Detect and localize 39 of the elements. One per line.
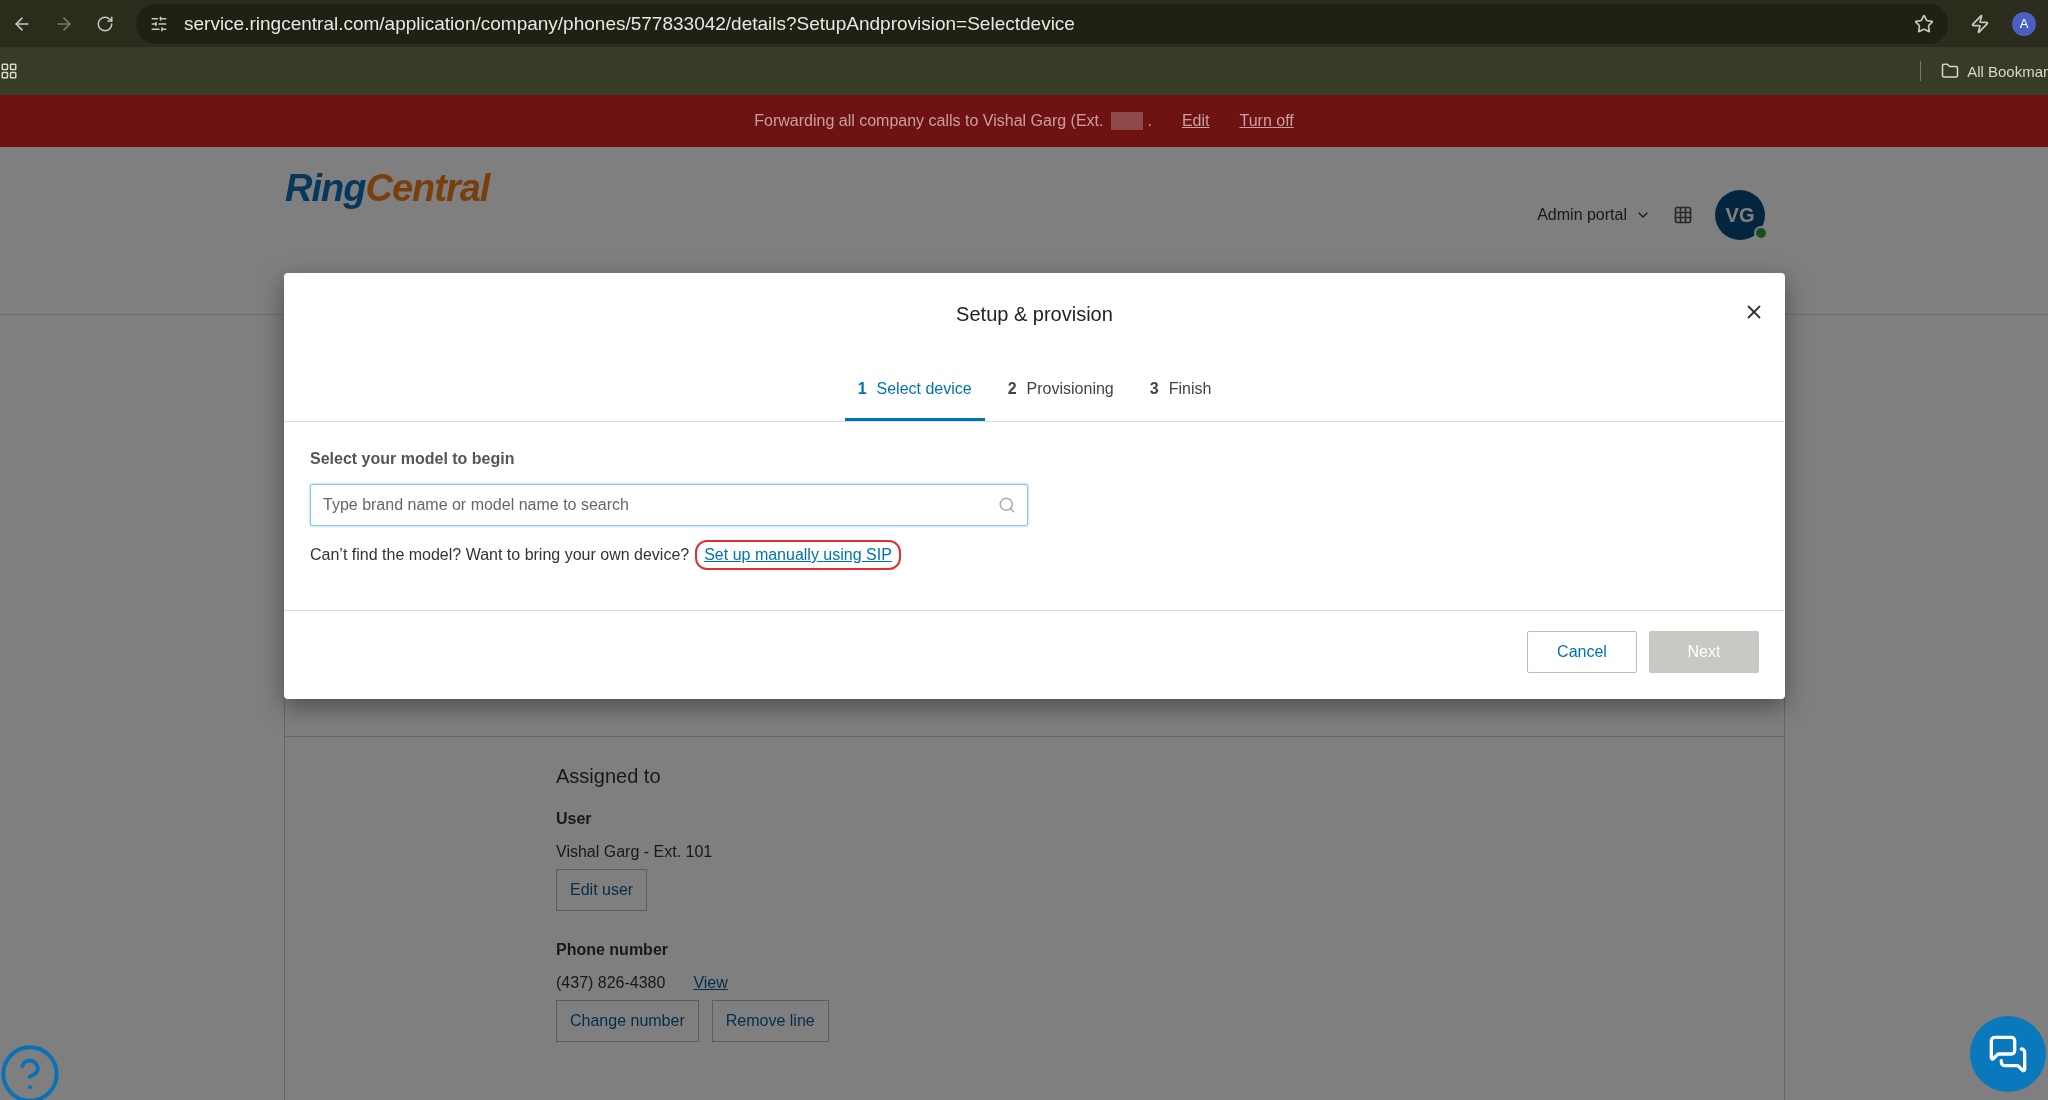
user-avatar[interactable]: VG — [1715, 190, 1765, 240]
url-text: service.ringcentral.com/application/company/phones/577833042/details?SetupAndprovision=Selectdevice — [184, 12, 1076, 35]
step-tab[interactable]: 1 Select device — [844, 372, 985, 421]
banner-message: Forwarding all company calls to Vishal Garg (Ext. — [754, 112, 1104, 130]
hint-text: Can’t find the model? Want to bring your own device? — [310, 546, 690, 564]
admin-portal-menu[interactable]: Admin portal — [1537, 206, 1651, 224]
view-link[interactable]: View — [693, 974, 728, 992]
step-tab[interactable]: 3 Finish — [1136, 372, 1225, 421]
ringcentral-logo[interactable]: RingCentral — [285, 167, 490, 210]
banner-period: . — [1147, 112, 1152, 130]
dialog-title: Setup & provision — [956, 303, 1113, 326]
manual-sip-link[interactable]: Set up manually using SIP — [695, 540, 901, 570]
profile-avatar[interactable]: A — [2012, 11, 2036, 36]
cancel-button[interactable]: Cancel — [1527, 631, 1637, 673]
bookmarks-label[interactable]: All Bookmar — [1967, 62, 2048, 80]
redaction-mark — [1111, 112, 1144, 130]
chat-bubbles-icon — [1988, 1034, 2028, 1074]
folder-icon[interactable] — [1941, 62, 1960, 80]
user-value: Vishal Garg - Ext. 101 — [556, 843, 713, 861]
phone-action-button[interactable]: Change number — [556, 1000, 699, 1042]
app-grid-icon[interactable] — [1673, 205, 1693, 225]
banner-link[interactable]: Edit — [1181, 112, 1210, 130]
phone-action-button[interactable]: Remove line — [711, 1000, 829, 1042]
edit-user-button[interactable]: Edit user — [556, 869, 648, 911]
reload-icon[interactable] — [96, 14, 114, 33]
banner-link[interactable]: Turn off — [1239, 112, 1294, 130]
address-bar[interactable]: service.ringcentral.com/application/company/phones/577833042/details?SetupAndprovision=Selectdevice — [136, 3, 1948, 44]
field-label: Select your model to begin — [310, 450, 516, 468]
section-title: Assigned to — [556, 765, 661, 788]
phone-number-value: (437) 826-4380 — [556, 974, 666, 992]
user-label: User — [556, 810, 592, 828]
step-tab[interactable]: 2 Provisioning — [994, 372, 1127, 421]
extension-icon[interactable] — [1970, 13, 1990, 34]
bookmark-star-icon[interactable] — [1914, 13, 1934, 34]
search-field[interactable]: Type brand name or model name to search — [310, 484, 1028, 526]
site-settings-icon[interactable] — [150, 14, 168, 33]
search-icon — [998, 496, 1016, 514]
apps-icon[interactable] — [0, 62, 18, 80]
phone-number-label: Phone number — [556, 941, 668, 959]
